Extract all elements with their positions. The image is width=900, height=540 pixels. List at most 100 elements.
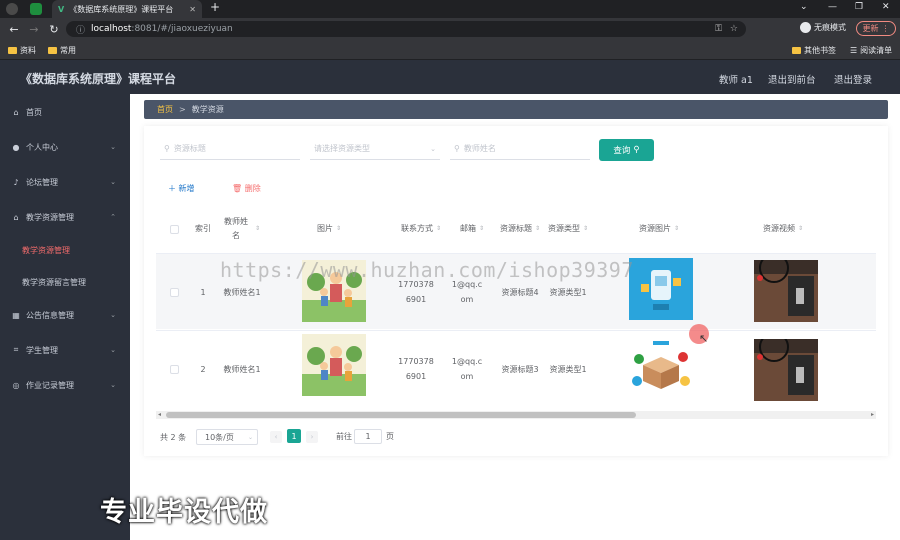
user-icon: ● (12, 142, 20, 152)
column-header: 索引 (190, 206, 216, 252)
mic-icon: ♪ (13, 177, 19, 187)
sidebar-item-students[interactable]: ⌗ 学生管理 ⌄ (0, 340, 130, 360)
sidebar: ⌂ 首页 ● 个人中心 ⌄ ♪ 论坛管理 ⌄ ⌂ 教学资源管理 ⌃ 教学资源管理 教学资源留言… (0, 94, 130, 540)
search-icon: ⚲ (454, 144, 460, 153)
page-size-select[interactable]: 10条/页 ⌄ (196, 429, 258, 445)
star-icon[interactable]: ☆ (730, 24, 738, 34)
sort-icon[interactable]: ⇕ (479, 222, 484, 236)
prev-page-button[interactable]: ‹ (270, 431, 282, 443)
reading-list-icon: ☰ (850, 46, 858, 55)
delete-button[interactable]: 🗑 删除 (232, 183, 261, 194)
url-input[interactable]: ⓘ localhost:8081/#/jiaoxueziyuan ⚿ ☆ (66, 21, 746, 37)
minimize-icon[interactable]: — (828, 2, 837, 12)
column-header[interactable]: 资源图片 ⇕ (624, 206, 694, 252)
sort-icon[interactable]: ⇕ (535, 222, 540, 236)
breadcrumb-home[interactable]: 首页 (157, 104, 173, 115)
page-number[interactable]: 1 (287, 429, 301, 443)
scrollbar-thumb[interactable] (166, 412, 636, 418)
sort-icon[interactable]: ⇕ (798, 222, 803, 236)
resource-image[interactable] (629, 337, 693, 399)
column-header[interactable]: 邮箱 ⇕ (451, 206, 493, 252)
checkbox[interactable] (169, 224, 179, 234)
teacher-search-input[interactable]: ⚲ 教师姓名 (450, 138, 590, 160)
sidebar-item-forum[interactable]: ♪ 论坛管理 ⌄ (0, 172, 130, 192)
bookmarks-bar: 资料 常用 其他书签 ☰ 阅读清单 (0, 40, 900, 60)
to-front-link[interactable]: 退出到前台 (768, 72, 816, 86)
restore-icon[interactable]: ❐ (855, 2, 863, 12)
tab-search-icon[interactable]: ⌄ (800, 2, 808, 12)
column-header[interactable]: 教师姓名 ⇕ (220, 206, 260, 252)
horizontal-scrollbar[interactable]: ◂ ▸ (156, 411, 876, 419)
url-path: :8081/#/jiaoxueziyuan (131, 24, 233, 34)
new-tab-button[interactable]: + (210, 0, 220, 14)
reload-icon[interactable]: ↻ (48, 23, 60, 36)
main-content: 首页 > 教学资源 ⚲ 资源标题 请选择资源类型 ⌄ ⚲ 教师姓名 查询 ⚲ ＋ 新增 … (130, 94, 900, 540)
next-page-button[interactable]: › (306, 431, 318, 443)
header-checkbox[interactable] (164, 206, 184, 252)
sort-icon[interactable]: ⇕ (674, 222, 679, 236)
scroll-right-icon[interactable]: ▸ (871, 411, 874, 418)
tab-favicon-icon[interactable] (30, 3, 42, 15)
teacher-image[interactable] (302, 334, 366, 396)
resource-video[interactable] (754, 339, 818, 401)
bookmark-item[interactable]: 其他书签 (792, 45, 836, 56)
query-label: 查询 (613, 146, 631, 156)
key-icon[interactable]: ⚿ (715, 24, 722, 34)
back-icon[interactable]: ← (8, 23, 20, 36)
column-header[interactable]: 图片 ⇕ (294, 206, 364, 252)
folder-icon (8, 47, 17, 54)
close-window-icon[interactable]: ✕ (882, 2, 890, 12)
header-label: 联系方式 (400, 224, 433, 233)
query-button[interactable]: 查询 ⚲ (599, 139, 654, 161)
type-select[interactable]: 请选择资源类型 ⌄ (310, 138, 440, 160)
incognito-icon (800, 22, 811, 33)
cell-teacher: 教师姓名1 (223, 364, 261, 374)
checkbox[interactable] (169, 364, 179, 374)
folder-icon (48, 47, 57, 54)
goto-suffix: 页 (386, 432, 394, 441)
resource-video[interactable] (754, 260, 818, 322)
update-button[interactable]: 更新 ⋮ (856, 21, 896, 36)
sort-icon[interactable]: ⇕ (436, 222, 441, 236)
breadcrumb-current: 教学资源 (191, 105, 224, 114)
forward-icon[interactable]: → (28, 23, 40, 36)
tab-close-icon[interactable]: ✕ (189, 5, 196, 14)
browser-tab[interactable]: V 《数据库系统原理》课程平台 ✕ (52, 0, 202, 18)
search-icon: ⚲ (633, 145, 640, 155)
title-search-input[interactable]: ⚲ 资源标题 (160, 138, 300, 160)
bookmark-item[interactable]: ☰ 阅读清单 (850, 45, 892, 56)
bookmark-item[interactable]: 资料 (8, 45, 36, 56)
scroll-left-icon[interactable]: ◂ (158, 411, 161, 418)
device-illustration (629, 258, 693, 320)
home-icon: ⌂ (13, 107, 19, 117)
sidebar-item-resources[interactable]: ⌂ 教学资源管理 ⌃ (0, 207, 130, 227)
row-checkbox[interactable] (164, 331, 184, 407)
sidebar-item-label: 个人中心 (26, 142, 58, 152)
sort-icon[interactable]: ⇕ (583, 222, 588, 236)
incognito-indicator[interactable]: 无痕模式 (800, 22, 846, 33)
sidebar-subitem-resources[interactable]: 教学资源管理 (0, 240, 130, 260)
column-header[interactable]: 资源标题 ⇕ (498, 206, 542, 252)
sidebar-item-announcements[interactable]: ▦ 公告信息管理 ⌄ (0, 305, 130, 325)
resource-image[interactable] (629, 258, 693, 320)
column-header[interactable]: 联系方式 ⇕ (396, 206, 446, 252)
sidebar-item-label: 教学资源管理 (22, 245, 70, 255)
goto-page-input[interactable]: 1 (354, 429, 382, 444)
column-header[interactable]: 资源视频 ⇕ (748, 206, 818, 252)
bookmark-label: 其他书签 (804, 46, 836, 55)
sidebar-item-label: 首页 (26, 107, 42, 117)
sidebar-item-profile[interactable]: ● 个人中心 ⌄ (0, 137, 130, 157)
header-label: 索引 (195, 224, 211, 233)
sidebar-subitem-resource-comments[interactable]: 教学资源留言管理 (0, 272, 130, 292)
bookmark-item[interactable]: 常用 (48, 45, 76, 56)
table-row: 2 教师姓名1 17703786901 1@qq.com 资源标题3 资源类型1 (156, 330, 876, 406)
row-checkbox[interactable] (164, 254, 184, 330)
sort-icon[interactable]: ⇕ (336, 222, 341, 236)
sidebar-item-homework[interactable]: ◎ 作业记录管理 ⌄ (0, 375, 130, 395)
checkbox[interactable] (169, 287, 179, 297)
sort-icon[interactable]: ⇕ (255, 222, 260, 236)
logout-link[interactable]: 退出登录 (834, 72, 872, 86)
add-button[interactable]: ＋ 新增 (168, 183, 195, 194)
sidebar-item-home[interactable]: ⌂ 首页 (0, 102, 130, 122)
column-header[interactable]: 资源类型 ⇕ (546, 206, 590, 252)
